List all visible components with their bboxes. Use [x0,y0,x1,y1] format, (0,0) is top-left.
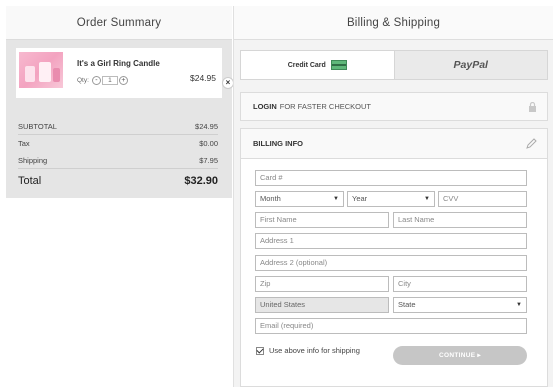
tab-paypal[interactable]: PayPal [393,51,547,79]
order-totals: SUBTOTAL $24.95 Tax $0.00 Shipping $7.95… [18,118,218,193]
billing-info-title: BILLING INFO [253,139,303,148]
year-select-value: Year [352,194,368,203]
product-name[interactable]: It's a Girl Ring Candle [77,59,160,68]
zip-input[interactable]: Zip [255,276,389,292]
month-select[interactable]: Month ▼ [255,191,344,207]
item-price: $24.95 [190,73,216,83]
first-name-input[interactable]: First Name [255,212,389,228]
lock-icon [529,102,536,112]
tax-value: $0.00 [199,139,218,148]
state-select[interactable]: State ▼ [393,297,527,313]
subtotal-value: $24.95 [195,121,218,131]
product-thumbnail[interactable] [19,52,63,88]
total-value: $32.90 [184,175,218,187]
billing-shipping-title: Billing & Shipping [234,6,553,40]
email-input[interactable]: Email (required) [255,318,527,334]
use-for-shipping-checkbox[interactable] [256,346,264,355]
credit-card-icon [330,60,347,70]
order-summary-title: Order Summary [6,6,232,40]
qty-label: Qty: [77,77,89,84]
tab-credit-card[interactable]: Credit Card [241,51,394,79]
month-select-value: Month [260,194,281,203]
total-label: Total [18,175,42,187]
tab-paypal-label: PayPal [453,59,488,71]
login-subtext: FOR FASTER CHECKOUT [279,102,372,111]
shipping-value: $7.95 [199,155,218,165]
state-select-value: State [398,300,416,309]
login-label: LOGIN [253,102,277,111]
billing-info-header[interactable]: BILLING INFO [241,129,547,159]
order-summary-panel: Order Summary It's a Girl Ring Candle Qt… [6,6,234,198]
shipping-row: Shipping $7.95 [18,152,218,169]
cart-item: It's a Girl Ring Candle Qty: - 1 + $24.9… [16,48,222,98]
tab-credit-card-label: Credit Card [287,61,326,69]
qty-input[interactable]: 1 [101,76,118,85]
qty-decrement-button[interactable]: - [91,76,101,85]
quantity-stepper: Qty: - 1 + [77,76,128,85]
use-for-shipping-label: Use above info for shipping [269,346,360,355]
city-input[interactable]: City [393,276,527,292]
tax-label: Tax [18,139,30,148]
pencil-icon[interactable] [526,138,537,149]
tax-row: Tax $0.00 [18,135,218,152]
use-for-shipping-toggle[interactable]: Use above info for shipping [256,346,360,355]
address2-input[interactable]: Address 2 (optional) [255,255,527,271]
login-bar[interactable]: LOGIN FOR FASTER CHECKOUT [240,92,548,121]
continue-button[interactable]: CONTINUE ▸ [393,346,527,365]
subtotal-label: SUBTOTAL [18,121,57,131]
chevron-down-icon: ▼ [516,302,522,308]
address1-input[interactable]: Address 1 [255,233,527,249]
chevron-down-icon: ▼ [333,196,339,202]
subtotal-row: SUBTOTAL $24.95 [18,118,218,135]
last-name-input[interactable]: Last Name [393,212,527,228]
chevron-down-icon: ▼ [424,196,430,202]
year-select[interactable]: Year ▼ [347,191,435,207]
card-number-input[interactable]: Card # [255,170,527,186]
country-field: United States [255,297,389,313]
payment-method-tabs: Credit Card PayPal [240,50,548,80]
shipping-label: Shipping [18,155,48,165]
total-row: Total $32.90 [18,169,218,193]
cvv-input[interactable]: CVV [438,191,527,207]
qty-increment-button[interactable]: + [118,76,128,85]
